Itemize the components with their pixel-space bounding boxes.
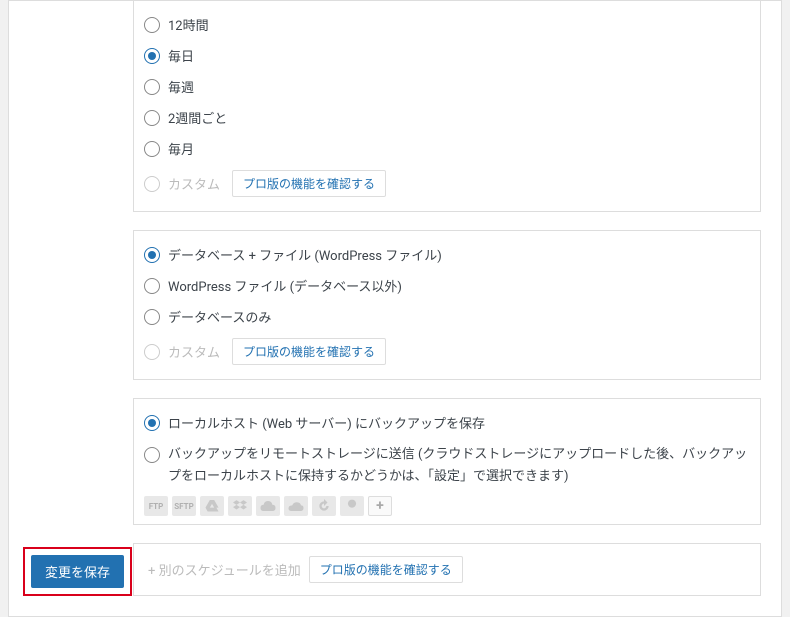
- content-option-dbfiles[interactable]: データベース + ファイル (WordPress ファイル): [144, 239, 750, 270]
- pro-link[interactable]: プロ版の機能を確認する: [232, 170, 386, 197]
- pro-link[interactable]: プロ版の機能を確認する: [232, 338, 386, 365]
- freq-label: 毎月: [168, 139, 194, 158]
- content-section: データベース + ファイル (WordPress ファイル) WordPress…: [133, 230, 761, 380]
- freq-label: 毎日: [168, 46, 194, 65]
- dest-option-local[interactable]: ローカルホスト (Web サーバー) にバックアップを保存: [144, 407, 750, 438]
- radio-icon: [144, 309, 160, 325]
- freq-option-weekly[interactable]: 毎週: [144, 71, 750, 102]
- freq-option-monthly[interactable]: 毎月: [144, 133, 750, 164]
- freq-option-daily[interactable]: 毎日: [144, 40, 750, 71]
- sync-icon: [312, 496, 336, 516]
- radio-icon: [144, 247, 160, 263]
- freq-option-custom: カスタム プロ版の機能を確認する: [144, 164, 750, 203]
- add-storage-icon[interactable]: +: [368, 496, 392, 516]
- settings-inner: 12時間 毎日 毎週 2週間ごと 毎月 カスタム プロ版の機能を確認する: [9, 1, 781, 596]
- cloud-icon: [256, 496, 280, 516]
- content-label: カスタム: [168, 342, 220, 361]
- save-area: 変更を保存: [23, 547, 132, 596]
- add-schedule-label: + 別のスケジュールを追加: [148, 560, 301, 579]
- content-option-files[interactable]: WordPress ファイル (データベース以外): [144, 270, 750, 301]
- sftp-icon: SFTP: [172, 496, 196, 516]
- add-schedule-row: + 別のスケジュールを追加 プロ版の機能を確認する: [133, 543, 761, 596]
- pro-link[interactable]: プロ版の機能を確認する: [309, 556, 463, 583]
- radio-icon: [144, 79, 160, 95]
- region-icon: [340, 496, 364, 516]
- radio-icon: [144, 415, 160, 431]
- save-highlight: 変更を保存: [23, 547, 132, 596]
- ftp-icon: FTP: [144, 496, 168, 516]
- content-label: WordPress ファイル (データベース以外): [168, 276, 402, 295]
- gdrive-icon: [200, 496, 224, 516]
- content-option-db[interactable]: データベースのみ: [144, 301, 750, 332]
- content-label: データベースのみ: [168, 307, 271, 326]
- radio-icon: [144, 17, 160, 33]
- dest-label: ローカルホスト (Web サーバー) にバックアップを保存: [168, 413, 485, 432]
- freq-label: カスタム: [168, 174, 220, 193]
- radio-icon: [144, 48, 160, 64]
- freq-label: 2週間ごと: [168, 108, 227, 127]
- freq-option-12h[interactable]: 12時間: [144, 9, 750, 40]
- radio-icon: [144, 344, 160, 360]
- radio-icon: [144, 110, 160, 126]
- radio-icon: [144, 176, 160, 192]
- save-button[interactable]: 変更を保存: [31, 555, 124, 588]
- frequency-section: 12時間 毎日 毎週 2週間ごと 毎月 カスタム プロ版の機能を確認する: [133, 1, 761, 212]
- storage-icons: FTP SFTP +: [144, 496, 750, 516]
- dest-label: バックアップをリモートストレージに送信 (クラウドストレージにアップロードした後…: [168, 444, 750, 488]
- freq-label: 12時間: [168, 15, 209, 34]
- content-label: データベース + ファイル (WordPress ファイル): [168, 245, 442, 264]
- radio-icon: [144, 447, 160, 463]
- freq-label: 毎週: [168, 77, 194, 96]
- content-option-custom: カスタム プロ版の機能を確認する: [144, 332, 750, 371]
- radio-icon: [144, 141, 160, 157]
- destination-section: ローカルホスト (Web サーバー) にバックアップを保存 バックアップをリモー…: [133, 398, 761, 525]
- onedrive-icon: [284, 496, 308, 516]
- dest-option-remote[interactable]: バックアップをリモートストレージに送信 (クラウドストレージにアップロードした後…: [144, 438, 750, 490]
- freq-option-biweekly[interactable]: 2週間ごと: [144, 102, 750, 133]
- dropbox-icon: [228, 496, 252, 516]
- settings-page: 12時間 毎日 毎週 2週間ごと 毎月 カスタム プロ版の機能を確認する: [8, 0, 782, 617]
- radio-icon: [144, 278, 160, 294]
